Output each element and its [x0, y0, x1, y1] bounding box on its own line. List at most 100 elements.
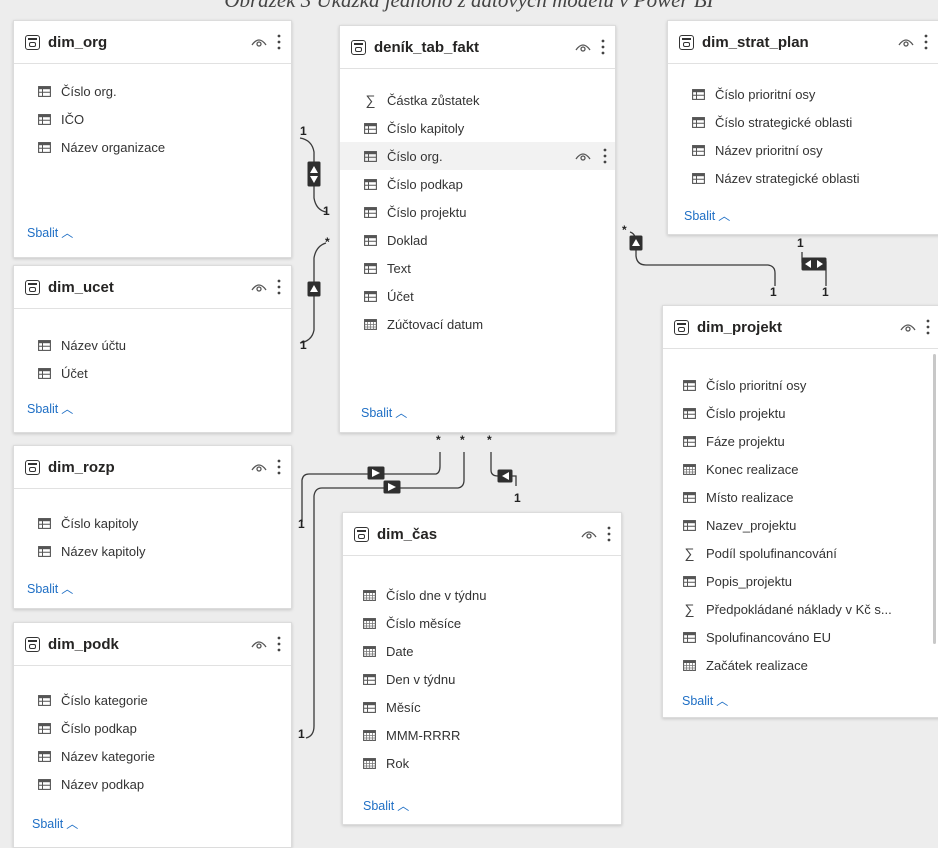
table-card-dim-org[interactable]: dim_org Číslo org. IČO Název organizace Sb…: [13, 20, 292, 258]
collapse-link[interactable]: Sbalit ︿: [27, 224, 73, 241]
card-header[interactable]: dim_rozp: [14, 446, 291, 489]
eye-icon[interactable]: [900, 322, 916, 332]
field-row[interactable]: Název organizace: [14, 133, 291, 161]
table-field-icon: [38, 722, 51, 734]
collapse-link[interactable]: Sbalit ︿: [32, 815, 78, 832]
field-row[interactable]: ∑ Předpokládané náklady v Kč s...: [663, 595, 938, 623]
more-options-icon[interactable]: [277, 279, 281, 295]
card-header[interactable]: dim_projekt: [663, 306, 938, 349]
field-row[interactable]: Měsíc: [343, 693, 621, 721]
field-label: Účet: [387, 288, 414, 304]
collapse-link[interactable]: Sbalit ︿: [684, 207, 730, 224]
more-options-icon[interactable]: [603, 148, 607, 164]
table-field-icon: [38, 517, 51, 529]
field-row[interactable]: Spolufinancováno EU: [663, 623, 938, 651]
eye-icon[interactable]: [251, 639, 267, 649]
card-header[interactable]: dim_podk: [14, 623, 291, 666]
field-label: Číslo org.: [61, 83, 117, 99]
field-row[interactable]: ∑ Podíl spolufinancování: [663, 539, 938, 567]
table-icon: [351, 39, 366, 55]
table-card-dim-ucet[interactable]: dim_ucet Název účtu Účet Sbalit ︿: [13, 265, 292, 433]
field-row[interactable]: Nazev_projektu: [663, 511, 938, 539]
field-row[interactable]: Číslo projektu: [663, 399, 938, 427]
eye-icon[interactable]: [251, 462, 267, 472]
collapse-link[interactable]: Sbalit ︿: [27, 400, 73, 417]
eye-icon[interactable]: [251, 37, 267, 47]
field-row[interactable]: Rok: [343, 749, 621, 777]
field-row[interactable]: Číslo dne v týdnu: [343, 581, 621, 609]
field-row[interactable]: Číslo kapitoly: [340, 114, 615, 142]
field-row[interactable]: Číslo prioritní osy: [668, 80, 938, 108]
field-label: Účet: [61, 365, 88, 381]
field-row[interactable]: Název účtu: [14, 331, 291, 359]
card-header[interactable]: dim_org: [14, 21, 291, 64]
field-row[interactable]: Název kapitoly: [14, 537, 291, 565]
field-row[interactable]: Date: [343, 637, 621, 665]
field-row[interactable]: Konec realizace: [663, 455, 938, 483]
collapse-link[interactable]: Sbalit ︿: [361, 404, 407, 421]
collapse-link[interactable]: Sbalit ︿: [363, 797, 409, 814]
field-row[interactable]: Číslo měsíce: [343, 609, 621, 637]
table-card-dim-strat-plan[interactable]: dim_strat_plan Číslo prioritní osy Číslo …: [667, 20, 938, 235]
field-row[interactable]: Doklad: [340, 226, 615, 254]
table-card-dim-projekt[interactable]: dim_projekt Číslo prioritní osy Číslo pro…: [662, 305, 938, 718]
field-row[interactable]: Název strategické oblasti: [668, 164, 938, 192]
field-row[interactable]: IČO: [14, 105, 291, 133]
field-row[interactable]: Číslo projektu: [340, 198, 615, 226]
collapse-link[interactable]: Sbalit ︿: [682, 692, 728, 709]
field-row[interactable]: Fáze projektu: [663, 427, 938, 455]
table-field-icon: [38, 545, 51, 557]
field-row[interactable]: Číslo kategorie: [14, 686, 291, 714]
sum-icon: ∑: [684, 545, 695, 561]
field-row[interactable]: Číslo kapitoly: [14, 509, 291, 537]
table-card-dim-rozp[interactable]: dim_rozp Číslo kapitoly Název kapitoly Sb…: [13, 445, 292, 609]
card-header[interactable]: deník_tab_fakt: [340, 26, 615, 69]
field-label: Date: [386, 643, 414, 659]
field-row[interactable]: Text: [340, 254, 615, 282]
table-field-icon: [364, 234, 377, 246]
field-row[interactable]: Číslo prioritní osy: [663, 371, 938, 399]
more-options-icon[interactable]: [601, 39, 605, 55]
field-label: Číslo prioritní osy: [706, 377, 807, 393]
field-row[interactable]: Název prioritní osy: [668, 136, 938, 164]
field-row[interactable]: Číslo strategické oblasti: [668, 108, 938, 136]
collapse-link[interactable]: Sbalit ︿: [27, 580, 73, 597]
field-row[interactable]: Účet: [14, 359, 291, 387]
more-options-icon[interactable]: [277, 459, 281, 475]
table-card-dim-cas[interactable]: dim_čas Číslo dne v týdnu Číslo měsíce Dat…: [342, 512, 622, 825]
field-row[interactable]: Číslo podkap: [340, 170, 615, 198]
eye-icon[interactable]: [898, 37, 914, 47]
field-row[interactable]: Účet: [340, 282, 615, 310]
card-header[interactable]: dim_strat_plan: [668, 21, 938, 64]
field-row[interactable]: Začátek realizace: [663, 651, 938, 679]
field-label: Číslo projektu: [387, 204, 467, 220]
field-row[interactable]: Místo realizace: [663, 483, 938, 511]
field-row[interactable]: Číslo org.: [14, 77, 291, 105]
field-row[interactable]: Název kategorie: [14, 742, 291, 770]
field-row[interactable]: Číslo org.: [340, 142, 615, 170]
field-row[interactable]: Popis_projektu: [663, 567, 938, 595]
field-row[interactable]: Zúčtovací datum: [340, 310, 615, 338]
more-options-icon[interactable]: [926, 319, 930, 335]
eye-icon[interactable]: [581, 529, 597, 539]
more-options-icon[interactable]: [607, 526, 611, 542]
more-options-icon[interactable]: [924, 34, 928, 50]
field-row[interactable]: ∑ Částka zůstatek: [340, 86, 615, 114]
field-row[interactable]: MMM-RRRR: [343, 721, 621, 749]
eye-icon[interactable]: [575, 151, 591, 161]
eye-icon[interactable]: [575, 42, 591, 52]
more-options-icon[interactable]: [277, 636, 281, 652]
field-label: Číslo strategické oblasti: [715, 114, 853, 130]
card-header[interactable]: dim_čas: [343, 513, 621, 556]
eye-icon[interactable]: [251, 282, 267, 292]
table-title: dim_strat_plan: [702, 33, 809, 51]
card-header[interactable]: dim_ucet: [14, 266, 291, 309]
field-row[interactable]: Název podkap: [14, 770, 291, 798]
table-card-dim-podk[interactable]: dim_podk Číslo kategorie Číslo podkap Náze…: [13, 622, 292, 848]
more-options-icon[interactable]: [277, 34, 281, 50]
cardinality-one: 1: [822, 285, 829, 299]
field-row[interactable]: Číslo podkap: [14, 714, 291, 742]
field-row[interactable]: Den v týdnu: [343, 665, 621, 693]
table-card-fakt[interactable]: deník_tab_fakt ∑ Částka zůstatek Číslo kap…: [339, 25, 616, 433]
field-label: Rok: [386, 755, 410, 771]
